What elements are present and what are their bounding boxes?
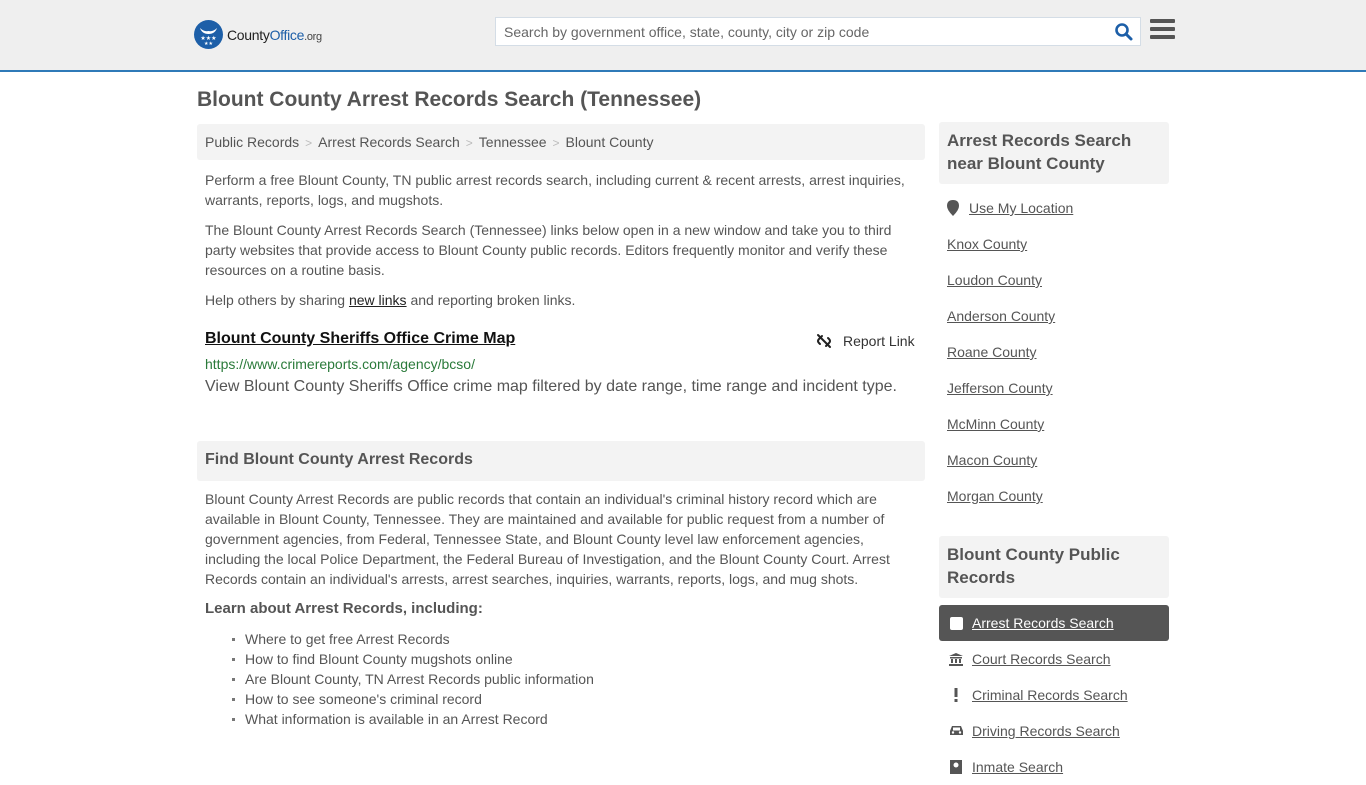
sidebar-item-label: Driving Records Search [972, 723, 1120, 739]
inmate-icon [948, 760, 964, 774]
svg-text:★★: ★★ [204, 41, 213, 47]
learn-item: How to find Blount County mugshots onlin… [232, 649, 594, 669]
breadcrumb-tennessee[interactable]: Tennessee [479, 134, 547, 150]
breadcrumb-separator: > [552, 136, 560, 150]
report-link-label: Report Link [843, 333, 915, 349]
learn-item: How to see someone's criminal record [232, 689, 594, 709]
disclaimer-paragraph: The Blount County Arrest Records Search … [205, 222, 892, 278]
logo-office: Office [269, 26, 305, 43]
sidebar-item-criminal-records[interactable]: Criminal Records Search [939, 677, 1169, 713]
nearby-county-link[interactable]: Morgan County [947, 488, 1043, 504]
nearby-county-link[interactable]: Macon County [947, 452, 1037, 468]
search-box [495, 17, 1141, 46]
nearby-county-link[interactable]: Knox County [947, 236, 1027, 252]
exclamation-icon [948, 688, 964, 702]
result-url[interactable]: https://www.crimereports.com/agency/bcso… [205, 356, 475, 372]
sidebar-item-inmate-search[interactable]: Inmate Search [939, 749, 1169, 785]
search-button[interactable] [1114, 22, 1134, 42]
intro-paragraph: Perform a free Blount County, TN public … [205, 172, 905, 208]
site-header: ★★★ ★★ CountyOffice.org [0, 0, 1366, 72]
square-icon [948, 616, 964, 630]
search-input[interactable] [496, 18, 1106, 45]
nearby-county-link[interactable]: Roane County [947, 344, 1037, 360]
breadcrumb-arrest-records-search[interactable]: Arrest Records Search [318, 134, 460, 150]
nearby-heading: Arrest Records Search near Blount County [939, 122, 1169, 184]
learn-item: Are Blount County, TN Arrest Records pub… [232, 671, 594, 687]
share-text-before: Help others by sharing [205, 292, 349, 308]
breadcrumb: Public Records > Arrest Records Search > Ten… [197, 124, 925, 160]
sidebar-item-driving-records[interactable]: Driving Records Search [939, 713, 1169, 749]
share-links-paragraph: Help others by sharing new links and rep… [205, 290, 917, 310]
sidebar-item-label: Court Records Search [972, 651, 1111, 667]
nearby-county-link[interactable]: McMinn County [947, 416, 1044, 432]
site-logo[interactable]: ★★★ ★★ CountyOffice.org [194, 20, 322, 49]
logo-county: County [227, 26, 270, 43]
learn-about-heading: Learn about Arrest Records, including: [205, 600, 483, 617]
breadcrumb-public-records[interactable]: Public Records [205, 134, 299, 150]
page-title: Blount County Arrest Records Search (Ten… [197, 88, 702, 111]
breadcrumb-separator: > [465, 136, 473, 150]
sidebar-item-arrest-records[interactable]: Arrest Records Search [939, 605, 1169, 641]
courthouse-icon [948, 652, 964, 666]
sidebar-item-label: Inmate Search [972, 759, 1064, 775]
breadcrumb-blount-county[interactable]: Blount County [566, 134, 654, 150]
share-text-after: and reporting broken links. [406, 292, 576, 308]
broken-link-icon [817, 334, 831, 348]
nearby-county-link[interactable]: Loudon County [947, 272, 1042, 288]
logo-text: CountyOffice.org [227, 27, 322, 43]
nearby-county-link[interactable]: Anderson County [947, 308, 1055, 324]
sidebar-item-label: Arrest Records Search [972, 615, 1114, 631]
learn-item: Where to get free Arrest Records [232, 629, 594, 649]
find-records-heading: Find Blount County Arrest Records [197, 441, 925, 481]
use-my-location-label: Use My Location [969, 200, 1074, 216]
new-links-link[interactable]: new links [349, 292, 407, 308]
breadcrumb-separator: > [305, 136, 313, 150]
logo-org: .org [304, 30, 322, 43]
find-records-body: Blount County Arrest Records are public … [205, 491, 890, 587]
result-title-link[interactable]: Blount County Sheriffs Office Crime Map [205, 330, 515, 348]
learn-about-list: Where to get free Arrest Records How to … [232, 629, 594, 729]
learn-item: What information is available in an Arre… [232, 709, 594, 729]
nearby-county-link[interactable]: Jefferson County [947, 380, 1053, 396]
result-description: View Blount County Sheriffs Office crime… [205, 378, 897, 395]
sidebar-item-label: Criminal Records Search [972, 687, 1128, 703]
search-icon [1115, 23, 1133, 41]
map-marker-icon [947, 200, 959, 216]
sidebar-item-court-records[interactable]: Court Records Search [939, 641, 1169, 677]
public-records-heading: Blount County Public Records [939, 536, 1169, 598]
car-icon [948, 725, 964, 737]
report-link-button[interactable]: Report Link [815, 332, 915, 350]
use-my-location-button[interactable]: Use My Location [947, 200, 1073, 216]
logo-eagle-icon: ★★★ ★★ [194, 20, 223, 49]
hamburger-menu-icon[interactable] [1150, 19, 1175, 41]
